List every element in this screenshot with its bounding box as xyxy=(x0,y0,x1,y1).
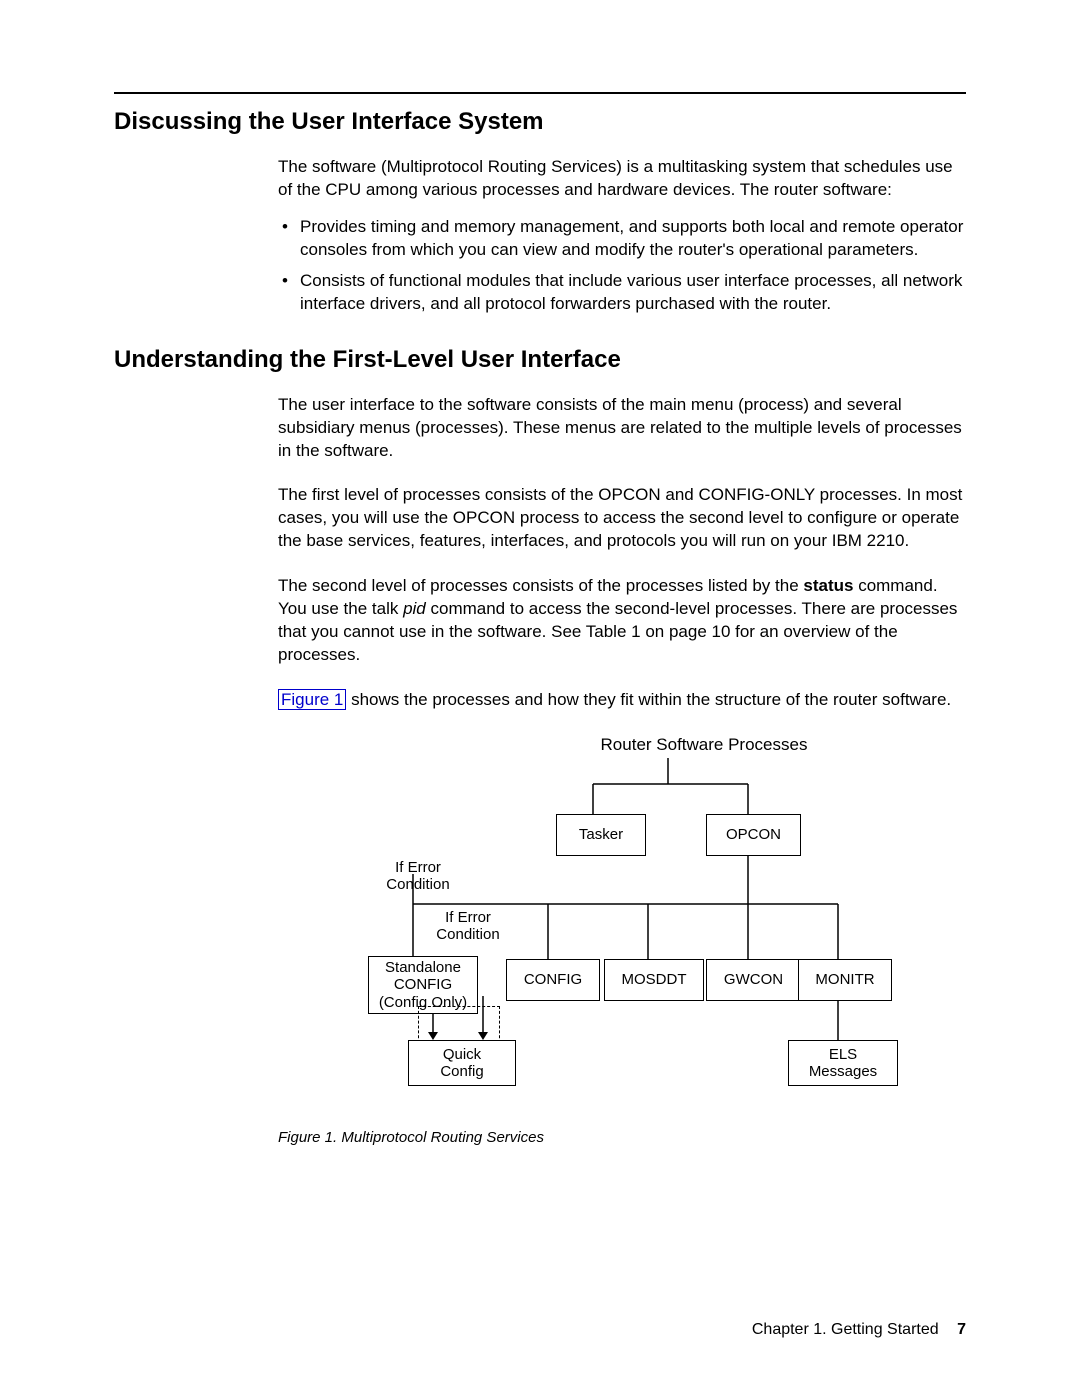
label-iferr-2: If Error Condition xyxy=(423,909,513,944)
footer-chapter: Chapter 1. Getting Started xyxy=(752,1321,939,1338)
figure-1-caption: Figure 1. Multiprotocol Routing Services xyxy=(278,1128,966,1148)
section-2-heading: Understanding the First-Level User Inter… xyxy=(114,346,966,374)
diagram-lines xyxy=(278,734,1080,1114)
box-opcon: OPCON xyxy=(706,814,801,856)
page-content: Discussing the User Interface System The… xyxy=(114,92,966,1148)
footer-page-number: 7 xyxy=(957,1321,966,1338)
section-1-intro: The software (Multiprotocol Routing Serv… xyxy=(278,156,966,202)
p3-status: status xyxy=(803,576,853,595)
box-mosddt: MOSDDT xyxy=(604,959,704,1001)
top-rule xyxy=(114,92,966,94)
bullet-2: Consists of functional modules that incl… xyxy=(278,270,966,316)
box-gwcon: GWCON xyxy=(706,959,801,1001)
section-2-p3: The second level of processes consists o… xyxy=(278,575,966,667)
section-1-bullets: Provides timing and memory management, a… xyxy=(278,216,966,316)
label-iferr-1: If Error Condition xyxy=(373,859,463,894)
page-footer: Chapter 1. Getting Started 7 xyxy=(752,1321,966,1339)
section-2-p4: Figure 1 shows the processes and how the… xyxy=(278,689,966,712)
p3-pid: pid xyxy=(403,599,426,618)
box-tasker: Tasker xyxy=(556,814,646,856)
p3-a: The second level of processes consists o… xyxy=(278,576,803,595)
section-2-p1: The user interface to the software consi… xyxy=(278,394,966,463)
section-2-p2: The first level of processes consists of… xyxy=(278,484,966,553)
box-config: CONFIG xyxy=(506,959,600,1001)
box-monitr: MONITR xyxy=(798,959,892,1001)
figure-1-diagram: Router Software Processes xyxy=(278,734,1080,1114)
section-1-heading: Discussing the User Interface System xyxy=(114,108,966,136)
section-2-body: The user interface to the software consi… xyxy=(278,394,966,1149)
figure-1-link[interactable]: Figure 1 xyxy=(278,689,346,710)
p4-rest: shows the processes and how they fit wit… xyxy=(346,690,951,709)
box-quick-config: Quick Config xyxy=(408,1040,516,1086)
box-els: ELS Messages xyxy=(788,1040,898,1086)
section-1-body: The software (Multiprotocol Routing Serv… xyxy=(278,156,966,316)
bullet-1: Provides timing and memory management, a… xyxy=(278,216,966,262)
